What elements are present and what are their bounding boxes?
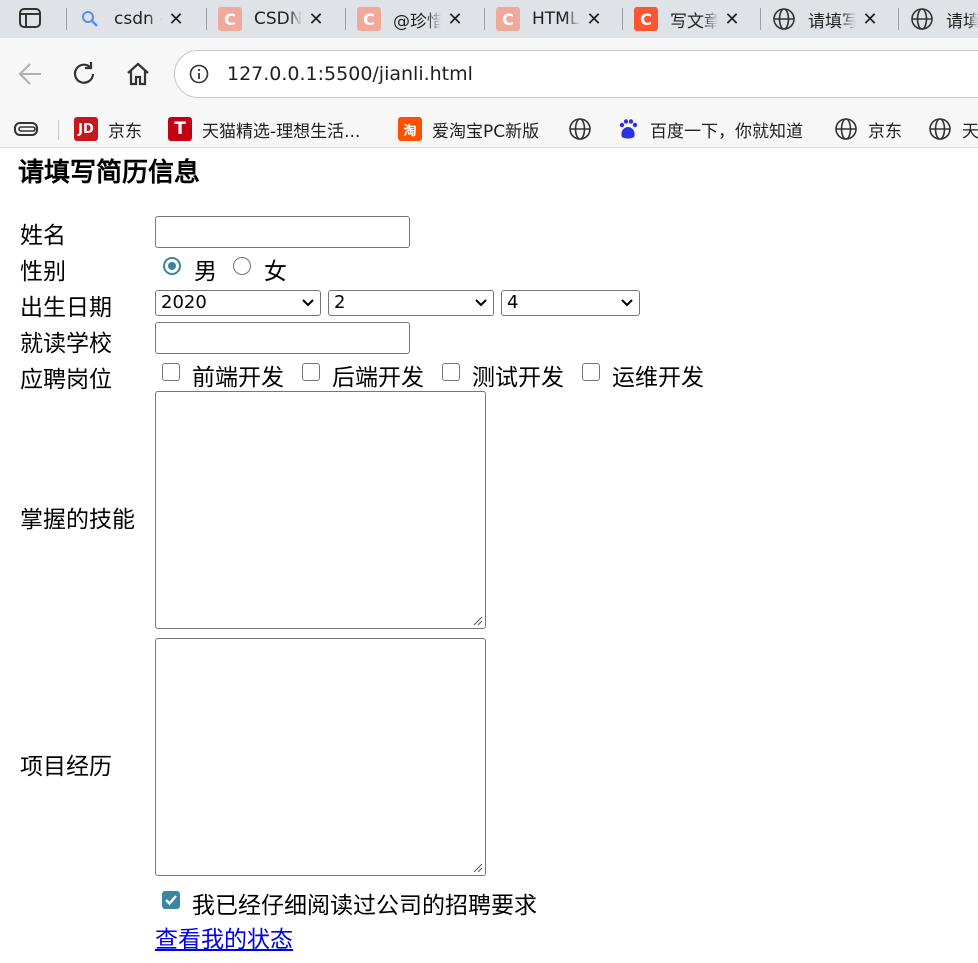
close-icon[interactable]: ✕ [443, 7, 467, 31]
position-frontend-checkbox[interactable] [162, 363, 180, 381]
tab-title: 请填写 [808, 11, 856, 32]
tab-title: csdn - [114, 9, 162, 29]
home-icon[interactable] [122, 58, 154, 90]
close-icon[interactable]: ✕ [304, 7, 328, 31]
taobao-icon: 淘 [398, 117, 422, 141]
baidu-icon [616, 117, 640, 141]
bookmark-globe[interactable] [568, 116, 602, 142]
birth-month-select[interactable]: 2 [328, 290, 494, 316]
globe-icon [834, 117, 858, 141]
url-text: 127.0.0.1:5500/jianli.html [227, 63, 473, 85]
tab[interactable]: 请填 [898, 0, 978, 38]
close-icon[interactable]: ✕ [858, 7, 882, 31]
chevron-down-icon [475, 299, 487, 307]
bookmark-globe[interactable]: 京东 [834, 116, 902, 142]
position-backend-label: 后端开发 [332, 365, 424, 391]
close-icon[interactable]: ✕ [164, 7, 188, 31]
info-icon[interactable] [189, 64, 209, 84]
birth-month-value: 2 [334, 292, 346, 313]
resize-grip-icon[interactable] [471, 861, 483, 873]
close-icon[interactable]: ✕ [582, 7, 606, 31]
tab[interactable]: C 写文章 ✕ [622, 0, 760, 38]
reading-list-icon[interactable] [14, 116, 40, 142]
birth-year-value: 2020 [161, 292, 207, 313]
tab[interactable]: C HTML ✕ [484, 0, 622, 38]
school-input[interactable] [155, 322, 410, 354]
search-icon [78, 7, 102, 31]
tab-title: CSDN [254, 9, 302, 29]
resize-grip-icon[interactable] [471, 614, 483, 626]
gender-female-radio[interactable] [233, 257, 251, 275]
tab[interactable]: 请填写 ✕ [760, 0, 898, 38]
skills-label: 掌握的技能 [20, 507, 135, 533]
position-ops-label: 运维开发 [612, 365, 704, 391]
gender-male-label: 男 [194, 259, 217, 285]
chevron-down-icon [621, 299, 633, 307]
gender-label: 性别 [20, 259, 66, 285]
birth-day-select[interactable]: 4 [501, 290, 640, 316]
birth-date-label: 出生日期 [20, 295, 112, 321]
csdn-icon: C [496, 7, 520, 31]
tmall-icon: T [168, 117, 192, 141]
back-icon[interactable] [14, 58, 46, 90]
address-bar[interactable]: 127.0.0.1:5500/jianli.html [174, 50, 978, 98]
tab[interactable]: C @珍惜 ✕ [345, 0, 483, 38]
tab-strip: csdn - ✕ C CSDN ✕ C @珍惜 ✕ C HTML ✕ C 写文章… [0, 0, 978, 38]
gender-male-radio[interactable] [163, 257, 181, 275]
agree-checkbox[interactable] [162, 891, 180, 909]
skills-textarea[interactable] [155, 391, 486, 629]
csdn-icon: C [357, 7, 381, 31]
globe-icon [928, 117, 952, 141]
birth-year-select[interactable]: 2020 [155, 290, 321, 316]
projects-label: 项目经历 [20, 754, 112, 780]
bookmark-label: 京东 [868, 121, 902, 142]
page-content: 请填写简历信息 姓名 性别 男 女 出生日期 2020 2 4 就读学校 应聘岗… [0, 148, 978, 963]
position-backend-checkbox[interactable] [302, 363, 320, 381]
gender-female-label: 女 [264, 259, 287, 285]
position-testing-label: 测试开发 [472, 365, 564, 391]
close-icon[interactable]: ✕ [720, 7, 744, 31]
bookmark-jd[interactable]: JD 京东 [74, 116, 142, 142]
position-label: 应聘岗位 [20, 367, 112, 393]
tab-title: 请填 [946, 11, 978, 32]
bookmark-baidu[interactable]: 百度一下，你就知道 [616, 116, 803, 142]
sidebar-toggle-icon[interactable] [16, 6, 44, 30]
school-label: 就读学校 [20, 331, 112, 357]
name-label: 姓名 [20, 223, 66, 249]
position-ops-checkbox[interactable] [582, 363, 600, 381]
globe-icon [772, 7, 796, 31]
globe-icon [568, 117, 592, 141]
bookmark-taobao[interactable]: 淘 爱淘宝PC新版 [398, 116, 539, 142]
tab[interactable]: C CSDN ✕ [206, 0, 344, 38]
tab-title: HTML [532, 9, 580, 29]
globe-icon [910, 7, 934, 31]
tab-title: @珍惜 [393, 11, 441, 32]
check-icon [165, 895, 177, 906]
tab[interactable]: csdn - ✕ [66, 0, 204, 38]
csdn-icon: C [218, 7, 242, 31]
position-testing-checkbox[interactable] [442, 363, 460, 381]
bookmark-globe[interactable]: 天 [928, 116, 978, 142]
bookmark-label: 京东 [108, 121, 142, 142]
browser-toolbar: 127.0.0.1:5500/jianli.html [0, 38, 978, 110]
agree-label: 我已经仔细阅读过公司的招聘要求 [192, 893, 537, 919]
jd-icon: JD [74, 117, 98, 141]
bookmark-label: 百度一下，你就知道 [650, 121, 803, 142]
view-status-link[interactable]: 查看我的状态 [155, 920, 293, 954]
reload-icon[interactable] [68, 58, 100, 90]
bookmark-label: 天猫精选-理想生活... [202, 121, 361, 142]
bookmark-label: 天 [962, 121, 978, 142]
csdn-icon: C [634, 7, 658, 31]
page-title: 请填写简历信息 [18, 158, 201, 188]
position-frontend-label: 前端开发 [192, 365, 284, 391]
name-input[interactable] [155, 216, 410, 248]
tab-title: 写文章 [670, 11, 718, 32]
chevron-down-icon [302, 299, 314, 307]
birth-day-value: 4 [507, 292, 519, 313]
bookmark-tmall[interactable]: T 天猫精选-理想生活... [168, 116, 360, 142]
bookmarks-bar: JD 京东 T 天猫精选-理想生活... 淘 爱淘宝PC新版 百度一下，你就知道… [0, 110, 978, 148]
projects-textarea[interactable] [155, 638, 486, 876]
bookmark-label: 爱淘宝PC新版 [432, 121, 540, 142]
bookmarks-separator [58, 120, 59, 140]
